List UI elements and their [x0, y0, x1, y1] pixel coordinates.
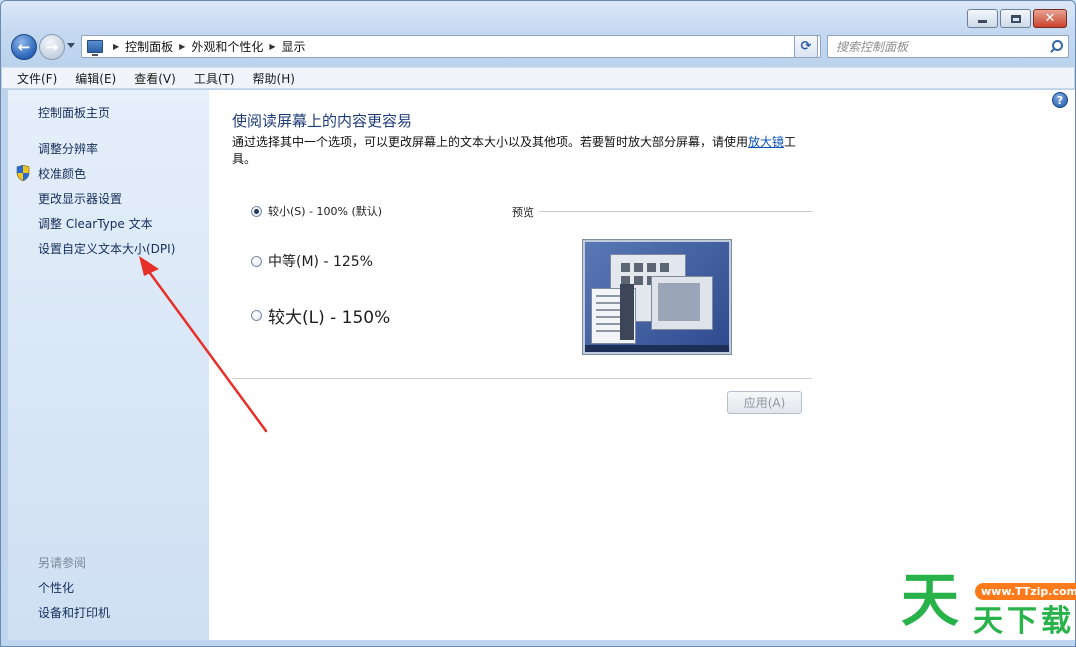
option-medium-label: 中等(M) - 125% — [268, 254, 373, 270]
preview-image — [582, 239, 732, 355]
caption-buttons: ✕ — [967, 9, 1067, 28]
minimize-button[interactable] — [967, 9, 998, 28]
sidebar-link-cleartype[interactable]: 调整 ClearType 文本 — [38, 215, 153, 232]
refresh-button[interactable]: ⟳ — [794, 35, 818, 58]
sidebar-link-custom-dpi[interactable]: 设置自定义文本大小(DPI) — [38, 240, 175, 257]
back-button[interactable]: ← — [11, 34, 37, 60]
radio-button-checked[interactable] — [251, 205, 262, 217]
page-title: 使阅读屏幕上的内容更容易 — [232, 112, 413, 130]
back-arrow-icon: ← — [17, 38, 31, 56]
menu-view[interactable]: 查看(V) — [131, 69, 179, 88]
refresh-icon: ⟳ — [800, 39, 812, 54]
help-icon[interactable]: ? — [1052, 92, 1068, 108]
close-button[interactable]: ✕ — [1033, 9, 1067, 28]
preview-taskbar — [585, 345, 729, 352]
address-bar[interactable]: ▶ 控制面板 ▶ 外观和个性化 ▶ 显示 — [81, 35, 821, 58]
search-icon[interactable] — [1048, 39, 1064, 55]
watermark-site-name: 天下载 — [973, 604, 1075, 639]
breadcrumb-separator-icon[interactable]: ▶ — [179, 42, 185, 51]
breadcrumb-control-panel[interactable]: 控制面板 — [125, 38, 173, 55]
sidebar-link-display-settings[interactable]: 更改显示器设置 — [38, 190, 122, 207]
magnifier-link[interactable]: 放大镜 — [748, 135, 784, 149]
navigation-bar: ← → ▶ 控制面板 ▶ 外观和个性化 ▶ 显示 ⟳ — [9, 33, 1069, 61]
option-smaller-label: 较小(S) - 100% (默认) — [268, 205, 383, 218]
menu-file[interactable]: 文件(F) — [14, 69, 60, 88]
preview-scrollbar — [620, 284, 634, 340]
menu-tools[interactable]: 工具(T) — [191, 69, 238, 88]
preview-heading: 预览 — [512, 206, 534, 219]
see-also-heading: 另请参阅 — [38, 556, 87, 570]
page-description: 通过选择其中一个选项，可以更改屏幕上的文本大小以及其他项。若要暂时放大部分屏幕，… — [232, 134, 812, 168]
menu-edit[interactable]: 编辑(E) — [72, 69, 119, 88]
minimize-icon — [978, 20, 987, 23]
option-larger[interactable]: 较大(L) - 150% — [251, 303, 390, 328]
sidebar-link-calibrate-color[interactable]: 校准颜色 — [38, 165, 86, 182]
breadcrumb-display[interactable]: 显示 — [282, 38, 306, 55]
maximize-icon — [1010, 14, 1021, 23]
option-smaller[interactable]: 较小(S) - 100% (默认) — [251, 203, 382, 219]
menu-help[interactable]: 帮助(H) — [250, 69, 298, 88]
search-box[interactable] — [827, 35, 1069, 58]
search-input[interactable] — [836, 39, 1046, 54]
preview-divider — [539, 211, 812, 212]
description-text: 通过选择其中一个选项，可以更改屏幕上的文本大小以及其他项。若要暂时放大部分屏幕，… — [232, 135, 749, 149]
breadcrumb-appearance[interactable]: 外观和个性化 — [191, 38, 263, 55]
breadcrumb-separator-icon[interactable]: ▶ — [269, 42, 275, 51]
content-divider — [232, 378, 812, 379]
close-icon: ✕ — [1044, 11, 1056, 26]
forward-arrow-icon: → — [45, 38, 59, 56]
menu-bar: 文件(F) 编辑(E) 查看(V) 工具(T) 帮助(H) — [2, 67, 1074, 89]
uac-shield-icon — [16, 165, 30, 181]
maximize-button[interactable] — [1000, 9, 1031, 28]
sidebar-link-devices-printers[interactable]: 设备和打印机 — [38, 604, 110, 621]
radio-button[interactable] — [251, 255, 262, 267]
option-medium[interactable]: 中等(M) - 125% — [251, 251, 373, 271]
control-panel-icon — [87, 40, 103, 56]
sidebar-link-resolution[interactable]: 调整分辨率 — [38, 140, 98, 157]
recent-pages-dropdown[interactable] — [67, 43, 75, 48]
preview-window — [651, 276, 713, 330]
breadcrumb-separator-icon[interactable]: ▶ — [113, 42, 119, 51]
main-content: ? 使阅读屏幕上的内容更容易 通过选择其中一个选项，可以更改屏幕上的文本大小以及… — [209, 90, 1075, 640]
option-larger-label: 较大(L) - 150% — [268, 308, 391, 328]
watermark-logo-mark: 天 — [901, 566, 960, 634]
sidebar-link-personalization[interactable]: 个性化 — [38, 579, 74, 596]
control-panel-window: ✕ ← → ▶ 控制面板 ▶ 外观和个性化 ▶ 显示 ⟳ 文件(F) 编辑(E)… — [0, 0, 1076, 647]
forward-button[interactable]: → — [39, 34, 65, 60]
apply-button[interactable]: 应用(A) — [727, 391, 802, 414]
sidebar-link-home[interactable]: 控制面板主页 — [38, 104, 110, 121]
task-sidebar: 控制面板主页 调整分辨率 校准颜色 更改显示器设置 调整 ClearType 文… — [8, 90, 209, 640]
watermark-url: www.TTzip.com — [975, 583, 1076, 600]
radio-button[interactable] — [251, 310, 262, 321]
